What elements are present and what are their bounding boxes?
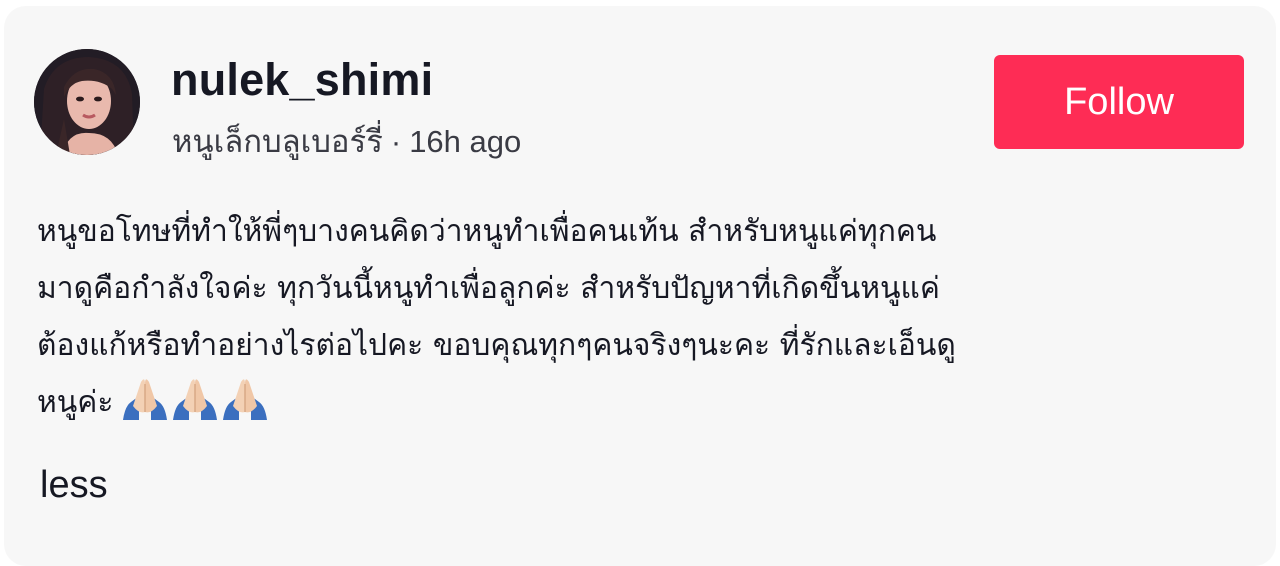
less-link[interactable]: less — [40, 464, 108, 507]
display-name[interactable]: หนูเล็กบลูเบอร์รี่ — [172, 124, 383, 159]
caption-line: มาดูคือกำลังใจค่ะ ทุกวันนี้หนูทำเพื่อลูก… — [37, 271, 940, 306]
folded-hands-icon — [173, 379, 218, 420]
folded-hands-emoji-group — [121, 376, 269, 422]
post-card: nulek_shimi หนูเล็กบลูเบอร์รี่ · 16h ago F… — [4, 6, 1276, 566]
avatar[interactable] — [34, 49, 140, 155]
caption-line: หนูขอโทษที่ทำให้พี่ๆบางคนคิดว่าหนูทำเพื่… — [37, 214, 937, 249]
folded-hands-icon — [223, 379, 268, 420]
timestamp: 16h ago — [409, 124, 522, 159]
avatar-photo — [34, 49, 140, 155]
separator: · — [390, 124, 402, 159]
follow-button[interactable]: Follow — [994, 55, 1244, 149]
caption-line: ต้องแก้หรือทำอย่างไรต่อไปคะ ขอบคุณทุกๆคน… — [37, 328, 956, 363]
caption-line-text: หนูค่ะ — [37, 385, 114, 420]
author-subline: หนูเล็กบลูเบอร์รี่ · 16h ago — [172, 116, 521, 166]
caption-line-last: หนูค่ะ — [37, 374, 1247, 431]
post-caption: หนูขอโทษที่ทำให้พี่ๆบางคนคิดว่าหนูทำเพื่… — [37, 203, 1247, 431]
username[interactable]: nulek_shimi — [171, 54, 433, 106]
folded-hands-icon — [123, 379, 168, 420]
